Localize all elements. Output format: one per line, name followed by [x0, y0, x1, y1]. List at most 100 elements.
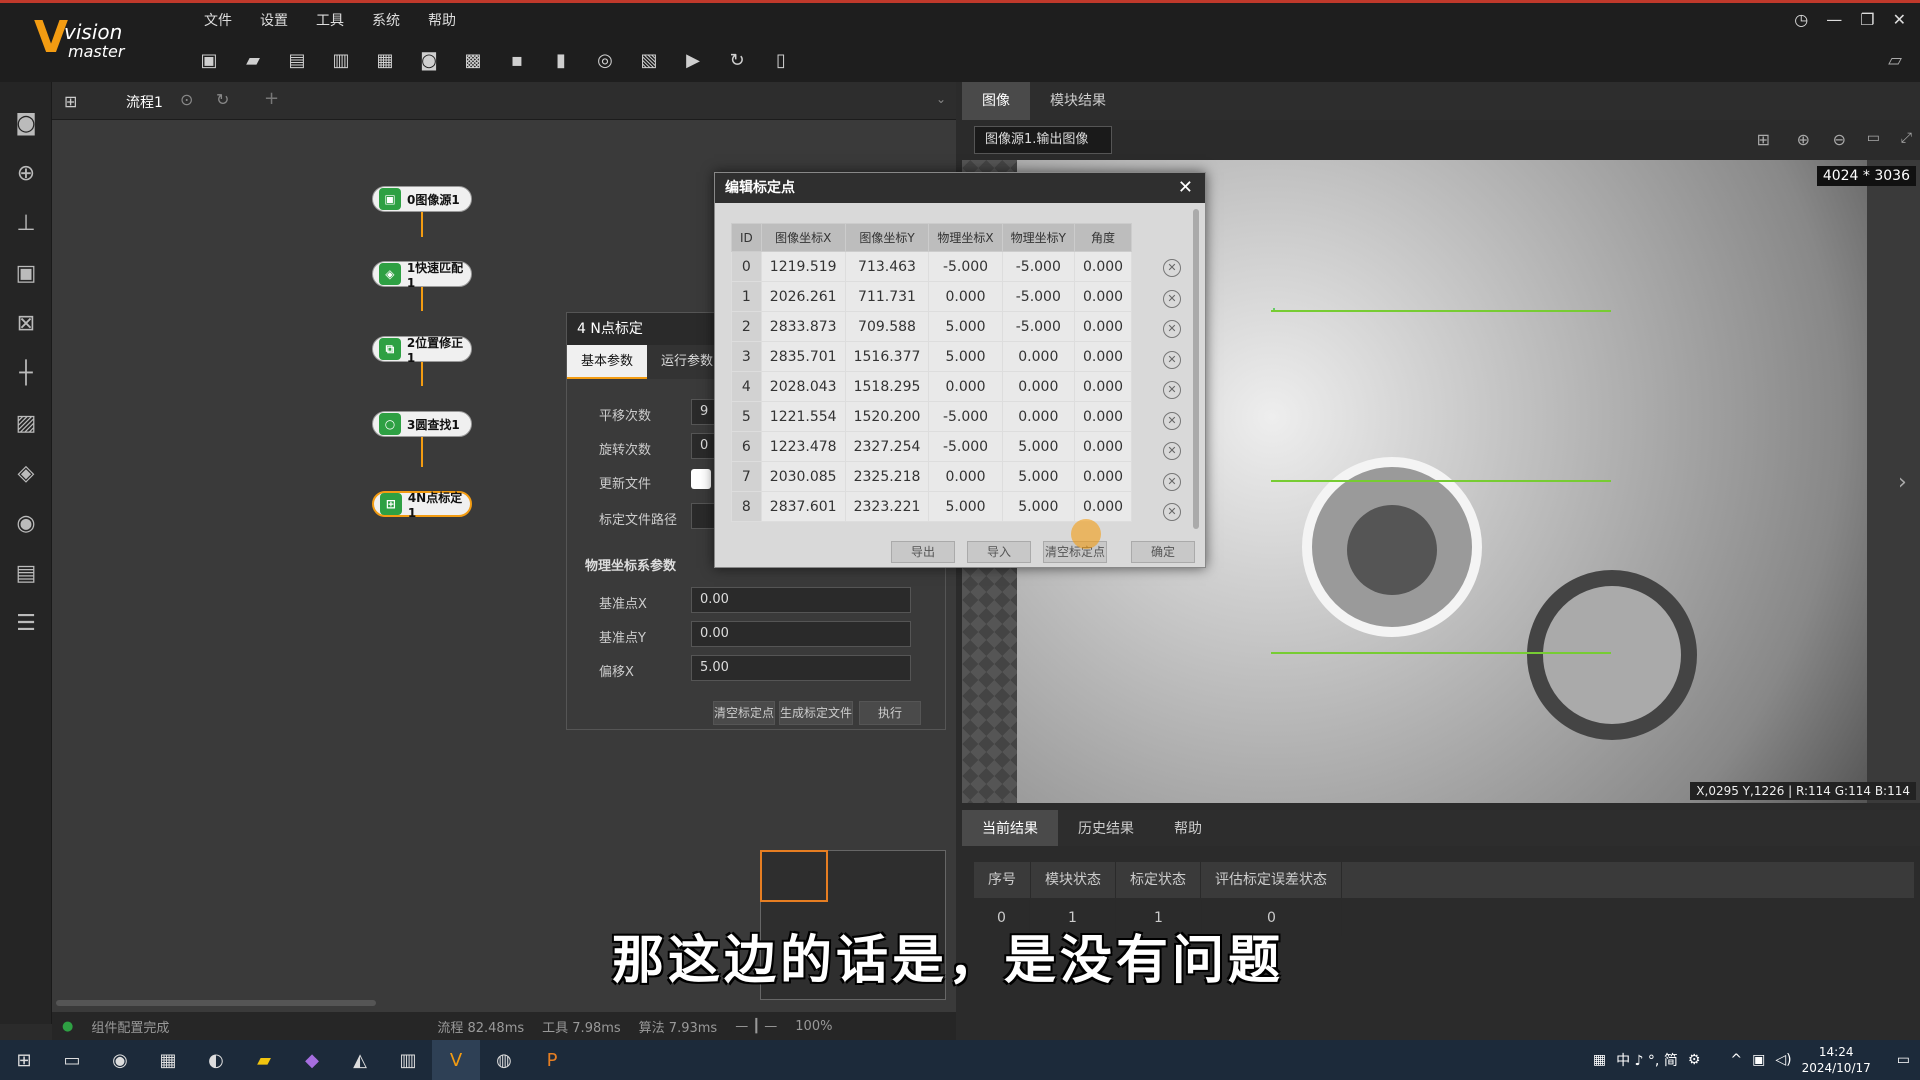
ui-design-icon[interactable]: ▯: [762, 46, 800, 74]
table-row[interactable]: 4 2028.043 1518.295 0.000 0.000 0.000: [731, 371, 1133, 402]
delete-point-icon[interactable]: ✕: [1163, 411, 1181, 430]
visionmaster-icon[interactable]: V: [432, 1040, 480, 1080]
cell[interactable]: 4: [731, 371, 762, 402]
cell[interactable]: 1221.554: [760, 401, 846, 432]
clear-points-button[interactable]: 清空标定点: [713, 701, 775, 725]
cell[interactable]: 0.000: [1001, 401, 1075, 432]
cell[interactable]: 2030.085: [760, 461, 846, 492]
base-y-input[interactable]: 0.00: [691, 621, 911, 647]
save-icon[interactable]: ▣: [190, 46, 228, 74]
tab-history-result[interactable]: 历史结果: [1058, 810, 1154, 846]
table-row[interactable]: 7 2030.085 2325.218 0.000 5.000 0.000: [731, 461, 1133, 492]
cell[interactable]: 713.463: [844, 251, 930, 282]
cell[interactable]: 5.000: [928, 341, 1003, 372]
tab-basic-params[interactable]: 基本参数: [567, 345, 648, 379]
cell[interactable]: 5.000: [928, 311, 1003, 342]
update-file-checkbox[interactable]: [691, 469, 711, 489]
keyboard-icon[interactable]: ▦: [1593, 1052, 1606, 1068]
cell[interactable]: 5.000: [928, 491, 1003, 522]
delete-point-icon[interactable]: ✕: [1163, 503, 1181, 521]
menu-tools[interactable]: 工具: [302, 10, 358, 34]
cell[interactable]: 0.000: [928, 461, 1003, 492]
recognition-icon[interactable]: ▣: [0, 248, 52, 298]
delete-point-icon[interactable]: ✕: [1163, 320, 1181, 338]
cell[interactable]: 8: [731, 491, 762, 522]
confirm-button[interactable]: 确定: [1131, 541, 1195, 563]
cell[interactable]: 1516.377: [844, 341, 930, 372]
cell[interactable]: 2837.601: [760, 491, 846, 522]
cell[interactable]: 2: [731, 311, 762, 342]
tab-image[interactable]: 图像: [962, 82, 1030, 120]
cell[interactable]: 5: [731, 401, 762, 432]
app-icon[interactable]: ◐: [192, 1040, 240, 1080]
controller-icon[interactable]: ▩: [454, 46, 492, 74]
menu-system[interactable]: 系统: [358, 10, 414, 34]
table-row[interactable]: 6 1223.478 2327.254 -5.000 5.000 0.000: [731, 431, 1133, 462]
zoom-slider[interactable]: — ┃ —: [735, 1019, 777, 1034]
cell[interactable]: 0.000: [928, 281, 1003, 312]
flow-tree-icon[interactable]: ⊞: [64, 92, 77, 111]
logic-icon[interactable]: ▤: [0, 548, 52, 598]
measure-icon[interactable]: ⊥: [0, 198, 52, 248]
cell[interactable]: 1223.478: [760, 431, 846, 462]
open-folder-icon[interactable]: ▰: [234, 46, 272, 74]
flow-node-image-source[interactable]: ▣ 0图像源1: [372, 186, 472, 212]
grid-icon[interactable]: ⊞: [1757, 130, 1770, 149]
actual-size-icon[interactable]: ▭: [1867, 130, 1880, 146]
cell[interactable]: 2325.218: [844, 461, 930, 492]
cell[interactable]: 5.000: [1001, 431, 1075, 462]
file-explorer-icon[interactable]: ▰: [240, 1040, 288, 1080]
app-icon[interactable]: ◉: [96, 1040, 144, 1080]
restore-icon[interactable]: ❐: [1860, 10, 1874, 29]
open-folder-icon-right[interactable]: ▱: [1888, 50, 1902, 71]
cell[interactable]: 0.000: [1073, 281, 1133, 312]
cell[interactable]: 0.000: [1073, 461, 1133, 492]
app-icon[interactable]: ◭: [336, 1040, 384, 1080]
cell[interactable]: 0.000: [1073, 341, 1133, 372]
delete-point-icon[interactable]: ✕: [1163, 259, 1181, 277]
cell[interactable]: -5.000: [1001, 251, 1075, 282]
horizontal-scrollbar[interactable]: [56, 1000, 376, 1006]
global-icon[interactable]: ◎: [586, 46, 624, 74]
flow-node-fast-match[interactable]: ◈ 1快速匹配1: [372, 261, 472, 290]
export-icon[interactable]: ▥: [322, 46, 360, 74]
flow-node-circle-find[interactable]: ○ 3圆查找1: [372, 411, 472, 437]
volume-icon[interactable]: ◁): [1775, 1052, 1791, 1068]
notification-icon[interactable]: ▭: [1897, 1052, 1910, 1068]
delete-point-icon[interactable]: ✕: [1163, 442, 1181, 460]
task-view-icon[interactable]: ▭: [48, 1040, 96, 1080]
cell[interactable]: 1219.519: [760, 251, 846, 282]
calculator-icon[interactable]: ▦: [144, 1040, 192, 1080]
cell[interactable]: 5.000: [1001, 491, 1075, 522]
minimize-icon[interactable]: —: [1826, 10, 1842, 29]
import-button[interactable]: 导入: [967, 541, 1031, 563]
add-flow-icon[interactable]: +: [264, 88, 279, 109]
offset-x-input[interactable]: 5.00: [691, 655, 911, 681]
loop-flow-icon[interactable]: ↻: [216, 90, 229, 109]
fit-icon[interactable]: ⤢: [1901, 130, 1912, 146]
cell[interactable]: 0.000: [1073, 431, 1133, 462]
cell[interactable]: -5.000: [928, 251, 1003, 282]
camera-icon[interactable]: ◙: [410, 46, 448, 74]
cell[interactable]: -5.000: [928, 431, 1003, 462]
cell[interactable]: 6: [731, 431, 762, 462]
table-row[interactable]: 2 2833.873 709.588 5.000 -5.000 0.000: [731, 311, 1133, 342]
cell[interactable]: 711.731: [844, 281, 930, 312]
cell[interactable]: 0.000: [1073, 401, 1133, 432]
alignment-icon[interactable]: ┼: [0, 348, 52, 398]
cell[interactable]: 5.000: [1001, 461, 1075, 492]
cell[interactable]: 2835.701: [760, 341, 846, 372]
cell[interactable]: 2323.221: [844, 491, 930, 522]
tray-ime[interactable]: 中 ♪ °, 简: [1616, 1050, 1678, 1070]
network-icon[interactable]: ▣: [1752, 1052, 1765, 1068]
close-icon[interactable]: ✕: [1178, 177, 1193, 198]
table-row[interactable]: 5 1221.554 1520.200 -5.000 0.000 0.000: [731, 401, 1133, 432]
tab-current-result[interactable]: 当前结果: [962, 810, 1058, 846]
flow-tab[interactable]: 流程1: [126, 92, 163, 112]
clock[interactable]: 14:24 2024/10/17: [1802, 1044, 1871, 1076]
base-x-input[interactable]: 0.00: [691, 587, 911, 613]
cell[interactable]: -5.000: [1001, 311, 1075, 342]
cell[interactable]: 2026.261: [760, 281, 846, 312]
delete-point-icon[interactable]: ✕: [1163, 350, 1181, 369]
vertical-scrollbar[interactable]: [1193, 209, 1199, 529]
